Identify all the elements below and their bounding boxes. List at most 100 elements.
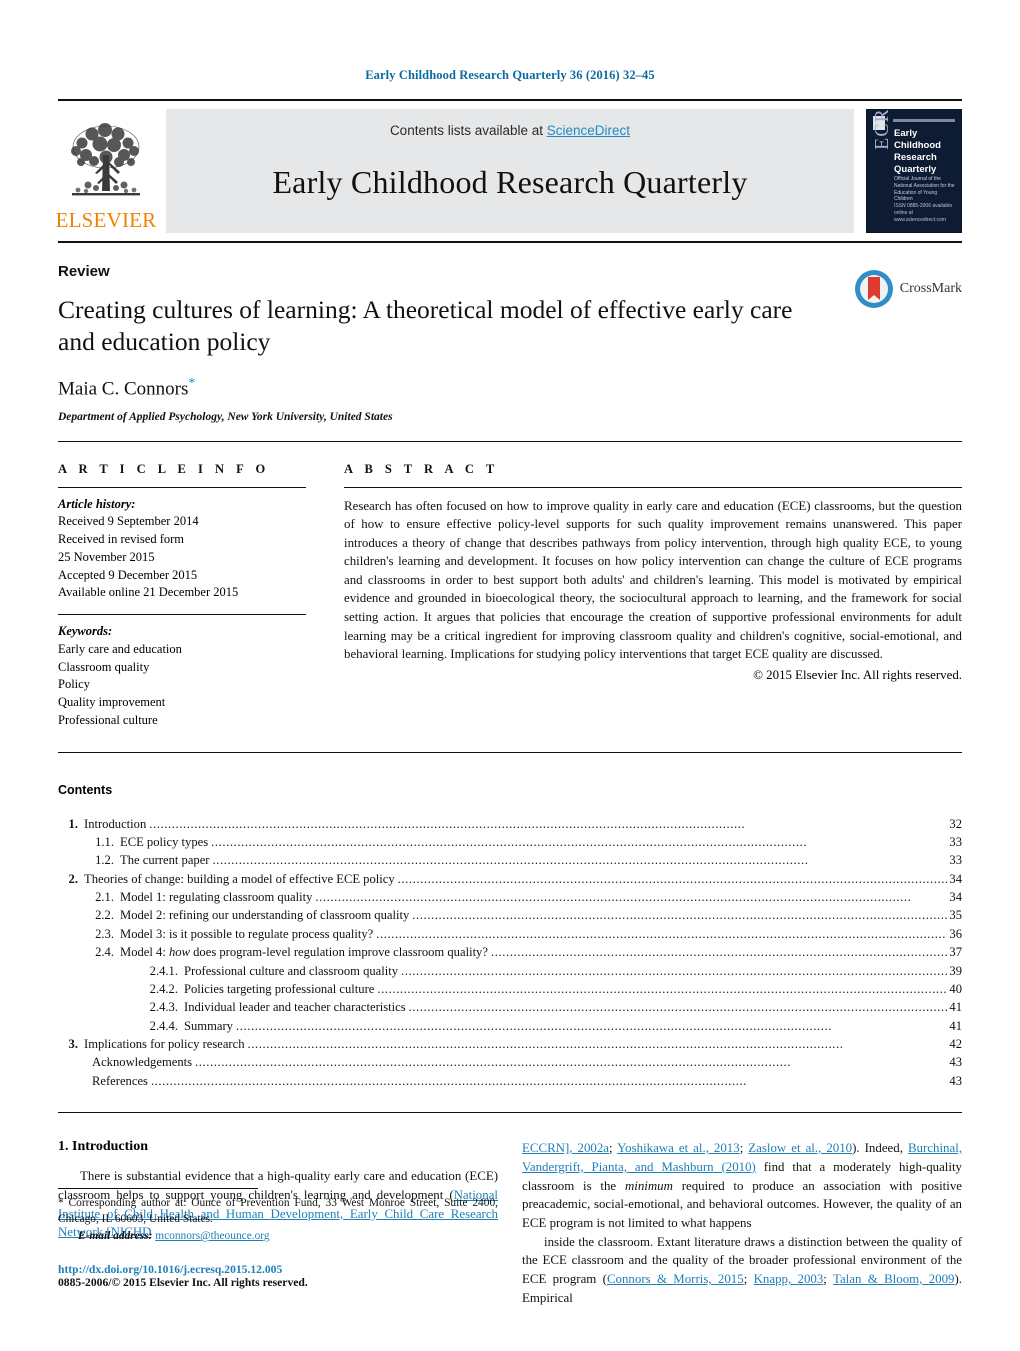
cover-ecrq-mark: ECRQ bbox=[871, 109, 893, 150]
paper-page: Early Childhood Research Quarterly 36 (2… bbox=[0, 0, 1020, 1351]
contents-dot-leader: ........................................… bbox=[149, 816, 746, 831]
journal-cover-thumbnail[interactable]: ECRQ Early Childhood Research Quarterly … bbox=[866, 109, 962, 233]
contents-entry-number: 2.4. bbox=[95, 945, 114, 960]
contents-entry[interactable]: 1.2. The current paper...................… bbox=[58, 851, 962, 869]
contents-dot-leader: ........................................… bbox=[247, 1037, 844, 1052]
contents-entry-page: 41 bbox=[949, 1000, 962, 1015]
contents-entry[interactable]: 2.4.2. Policies targeting professional cu… bbox=[58, 980, 962, 998]
history-item: Received 9 September 2014 bbox=[58, 514, 199, 529]
contents-entry[interactable]: References..............................… bbox=[58, 1072, 962, 1090]
contents-entry-page: 34 bbox=[949, 871, 962, 886]
journal-banner: ELSEVIER Contents lists available at Sci… bbox=[55, 109, 962, 233]
keyword-item: Quality improvement bbox=[58, 695, 166, 710]
contents-entry-number: 2.4.1. bbox=[149, 963, 178, 978]
abstract-column: A B S T R A C T Research has often focus… bbox=[344, 462, 962, 730]
contents-entry[interactable]: 3. Implications for policy research......… bbox=[58, 1035, 962, 1053]
title-block: Review Creating cultures of learning: A … bbox=[58, 243, 962, 423]
footnote-rule bbox=[58, 1188, 258, 1190]
cover-title: Early Childhood Research Quarterly bbox=[894, 128, 941, 175]
history-item: Available online 21 December 2015 bbox=[58, 585, 239, 600]
contents-entry[interactable]: 2.4. Model 4: how does program-level regu… bbox=[58, 943, 962, 961]
contents-entry[interactable]: 2.4.3. Individual leader and teacher char… bbox=[58, 998, 962, 1016]
contents-heading: Contents bbox=[58, 782, 113, 797]
contents-entry[interactable]: 2.4.4. Summary...........................… bbox=[58, 1017, 962, 1035]
keywords-heading: Keywords: bbox=[58, 624, 113, 639]
cover-subtitle: Official Journal of the National Associa… bbox=[894, 176, 955, 203]
contents-entry[interactable]: 2.3. Model 3: is it possible to regulate … bbox=[58, 925, 962, 943]
doi-link-wrap: http://dx.doi.org/10.1016/j.ecresq.2015.… bbox=[58, 1263, 498, 1276]
abstract-text: Research has often focused on how to imp… bbox=[344, 498, 962, 662]
contents-entry-page: 36 bbox=[949, 926, 962, 941]
article-info-heading: A R T I C L E I N F O bbox=[58, 461, 270, 476]
article-history: Article history: Received 9 September 20… bbox=[58, 488, 306, 603]
elsevier-wordmark: ELSEVIER bbox=[55, 208, 157, 232]
article-type: Review bbox=[58, 263, 110, 280]
article-history-heading: Article history: bbox=[58, 496, 136, 511]
info-abstract-section: A R T I C L E I N F O Article history: R… bbox=[58, 442, 962, 730]
contents-entry-page: 34 bbox=[949, 890, 962, 905]
contents-entry-page: 33 bbox=[949, 853, 962, 868]
cover-top-rule bbox=[893, 119, 955, 122]
contents-entry-label: Policies targeting professional culture bbox=[184, 981, 375, 996]
citation-link[interactable]: Connors & Morris, 2015 bbox=[607, 1272, 744, 1286]
contents-dot-leader: ........................................… bbox=[401, 963, 948, 978]
email-link[interactable]: mconnors@theounce.org bbox=[155, 1230, 269, 1242]
citation-link[interactable]: Knapp, 2003 bbox=[754, 1272, 824, 1286]
contents-dot-leader: ........................................… bbox=[212, 853, 809, 868]
contents-entry-number: 2.2. bbox=[95, 908, 114, 923]
contents-entry[interactable]: 2.4.1. Professional culture and classroom… bbox=[58, 962, 962, 980]
contents-entry-page: 43 bbox=[949, 1073, 962, 1088]
contents-entry-label: Introduction bbox=[84, 816, 147, 831]
contents-entry[interactable]: 2. Theories of change: building a model o… bbox=[58, 870, 962, 888]
author-list: Maia C. Connors* bbox=[58, 376, 962, 400]
corresponding-author-marker[interactable]: * bbox=[188, 376, 195, 391]
contents-entry-page: 42 bbox=[949, 1037, 962, 1052]
contents-entry-page: 39 bbox=[949, 963, 962, 978]
history-item: Received in revised form bbox=[58, 532, 184, 547]
citation-link[interactable]: Yoshikawa et al., 2013 bbox=[617, 1141, 740, 1155]
contents-entry[interactable]: 2.2. Model 2: refining our understanding … bbox=[58, 906, 962, 924]
contents-entry-page: 40 bbox=[949, 981, 962, 996]
journal-title: Early Childhood Research Quarterly bbox=[272, 164, 748, 200]
contents-entry[interactable]: 1. Introduction..........................… bbox=[58, 815, 962, 833]
contents-entry-page: 43 bbox=[949, 1055, 962, 1070]
banner-top-rule bbox=[58, 99, 962, 101]
citation-link[interactable]: Zaslow et al., 2010 bbox=[748, 1141, 852, 1155]
sciencedirect-link[interactable]: ScienceDirect bbox=[547, 123, 630, 138]
contents-entry-label: The current paper bbox=[120, 853, 210, 868]
separator: ; bbox=[609, 1141, 618, 1156]
citation-link[interactable]: ECCRN], 2002a bbox=[522, 1141, 609, 1155]
contents-entry-page: 35 bbox=[949, 908, 962, 923]
contents-entry-number: 2. bbox=[68, 871, 78, 886]
emphasis-text: minimum bbox=[624, 1178, 673, 1193]
contents-entry-number: 1.1. bbox=[95, 834, 114, 849]
contents-dot-leader: ........................................… bbox=[235, 1018, 832, 1033]
contents-entry-label: Model 4: how does program-level regulati… bbox=[120, 945, 488, 960]
contents-entry-label: Model 1: regulating classroom quality bbox=[120, 890, 313, 905]
author-name: Maia C. Connors bbox=[58, 378, 189, 400]
contents-entry-label: Individual leader and teacher characteri… bbox=[184, 1000, 406, 1015]
keyword-item: Policy bbox=[58, 677, 90, 692]
separator: ; bbox=[739, 1141, 749, 1156]
crossmark-label: CrossMark bbox=[899, 281, 962, 296]
doi-link[interactable]: http://dx.doi.org/10.1016/j.ecresq.2015.… bbox=[58, 1263, 282, 1276]
contents-entry[interactable]: 2.1. Model 1: regulating classroom qualit… bbox=[58, 888, 962, 906]
contents-entry-label: Acknowledgements bbox=[92, 1055, 193, 1070]
keyword-item: Classroom quality bbox=[58, 659, 150, 674]
contents-entry[interactable]: 1.1. ECE policy types....................… bbox=[58, 833, 962, 851]
contents-entry-page: 37 bbox=[949, 945, 962, 960]
crossmark-badge[interactable]: CrossMark bbox=[854, 269, 962, 309]
contents-entry-label: References bbox=[92, 1073, 148, 1088]
contents-dot-leader: ........................................… bbox=[490, 945, 947, 960]
contents-entry-label: Professional culture and classroom quali… bbox=[184, 963, 399, 978]
separator: ; bbox=[823, 1272, 833, 1287]
contents-entry-label: Model 3: is it possible to regulate proc… bbox=[120, 926, 374, 941]
contents-entry-label: Implications for policy research bbox=[84, 1037, 245, 1052]
abstract-heading: A B S T R A C T bbox=[344, 461, 499, 476]
contents-entry[interactable]: Acknowledgements........................… bbox=[58, 1053, 962, 1071]
contents-entry-number: 2.1. bbox=[95, 890, 114, 905]
contents-available-line: Contents lists available at ScienceDirec… bbox=[390, 123, 630, 138]
section-heading-introduction: 1. Introduction bbox=[58, 1139, 148, 1155]
contents-dot-leader: ........................................… bbox=[377, 981, 948, 996]
citation-link[interactable]: Talan & Bloom, 2009 bbox=[833, 1272, 955, 1286]
